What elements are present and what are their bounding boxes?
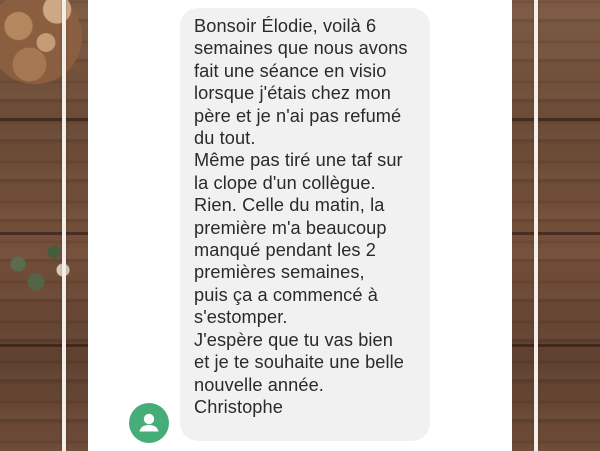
message-bubble: Bonsoir Élodie, voilà 6 semaines que nou…: [180, 8, 430, 441]
message-line: et je te souhaite une belle: [194, 352, 404, 373]
message-line: premières semaines,: [194, 262, 365, 283]
frame-line-right: [534, 0, 538, 451]
sender-avatar[interactable]: [129, 403, 169, 443]
message-signature: Christophe: [194, 396, 283, 417]
message-line: Même pas tiré une taf sur: [194, 150, 403, 171]
message-line: du tout.: [194, 128, 256, 149]
message-line: Bonsoir Élodie, voilà 6: [194, 16, 377, 36]
message-line: puis ça a commencé à: [194, 284, 378, 305]
message-line: père et je n'ai pas refumé: [194, 105, 402, 126]
message-line: manqué pendant les 2: [194, 240, 376, 261]
frame-line-left: [62, 0, 66, 451]
message-line: J'espère que tu vas bien: [194, 329, 393, 350]
branch-decoration: [0, 210, 90, 330]
message-line: première m'a beaucoup: [194, 217, 387, 238]
message-line: s'estomper.: [194, 307, 288, 328]
message-line: lorsque j'étais chez mon: [194, 83, 391, 104]
pinecone-decoration: [0, 0, 90, 92]
message-line: semaines que nous avons: [194, 38, 408, 59]
message-line: Rien. Celle du matin, la: [194, 195, 385, 216]
message-line: la clope d'un collègue.: [194, 172, 376, 193]
person-icon: [139, 413, 159, 432]
message-line: fait une séance en visio: [194, 60, 387, 81]
message-line: nouvelle année.: [194, 374, 324, 395]
